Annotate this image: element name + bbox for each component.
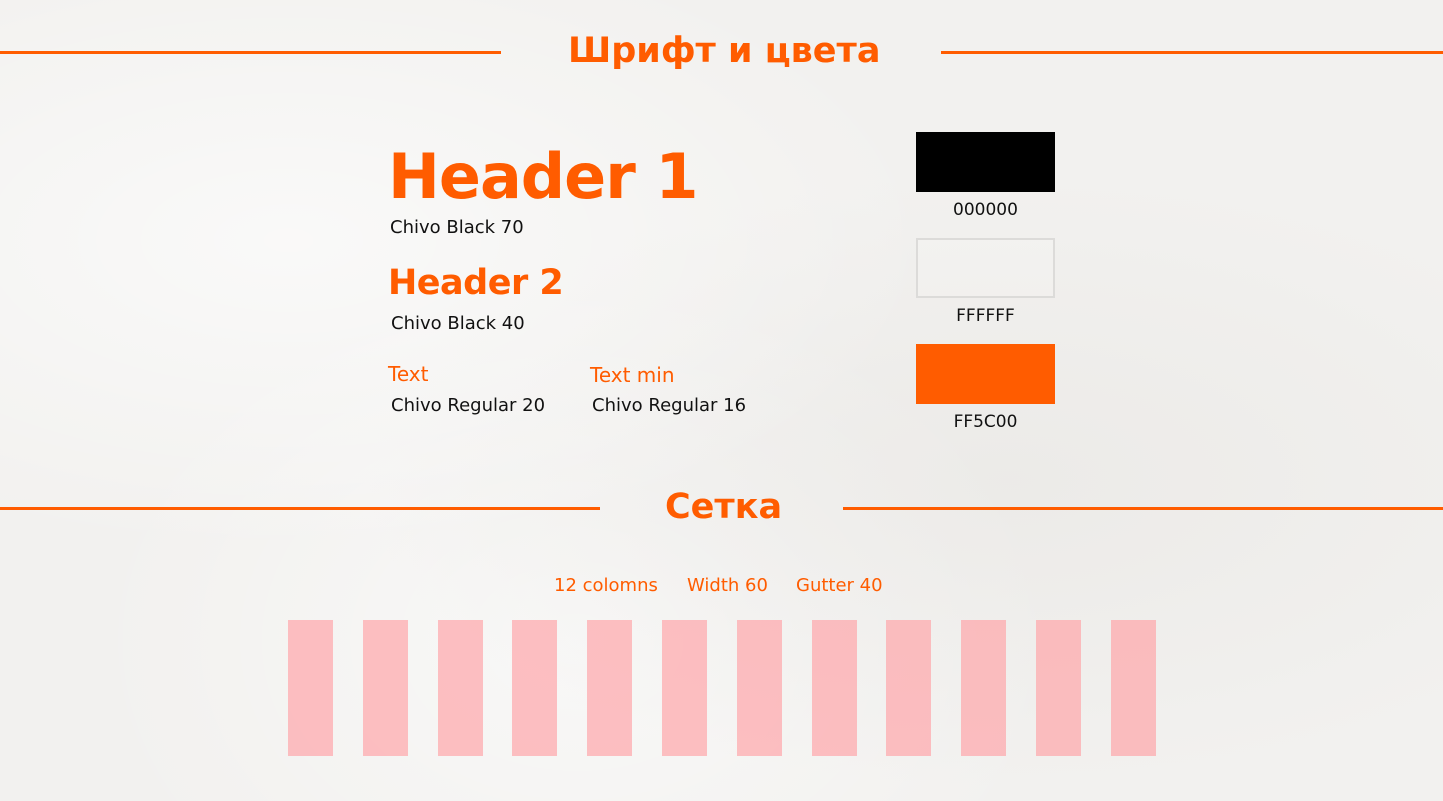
header2-caption: Chivo Black 40	[391, 313, 525, 334]
grid-width-label: Width 60	[687, 575, 768, 596]
color-swatch-orange	[916, 344, 1055, 404]
text-min-sample: Text min	[590, 363, 675, 387]
section-title-grid: Сетка	[665, 487, 783, 527]
section-title-fonts-colors: Шрифт и цвета	[568, 31, 881, 71]
grid-column	[1111, 620, 1156, 756]
section-divider-left	[0, 51, 501, 54]
grid-column	[737, 620, 782, 756]
header1-sample: Header 1	[388, 140, 699, 213]
header1-caption: Chivo Black 70	[390, 217, 524, 238]
grid-column	[587, 620, 632, 756]
section-divider-right	[843, 507, 1443, 510]
color-label-black: 000000	[953, 200, 1018, 220]
grid-column	[961, 620, 1006, 756]
grid-column	[288, 620, 333, 756]
section-divider-right	[941, 51, 1443, 54]
text-sample: Text	[388, 362, 429, 386]
section-divider-left	[0, 507, 600, 510]
grid-column	[512, 620, 557, 756]
grid-column	[662, 620, 707, 756]
color-swatch-black	[916, 132, 1055, 192]
color-label-orange: FF5C00	[953, 412, 1018, 432]
header2-sample: Header 2	[388, 263, 564, 303]
text-min-caption: Chivo Regular 16	[592, 395, 747, 416]
grid-column	[812, 620, 857, 756]
color-swatch-white	[916, 238, 1055, 298]
color-label-white: FFFFFF	[956, 306, 1015, 326]
grid-columns-label: 12 colomns	[554, 575, 658, 596]
grid-column	[438, 620, 483, 756]
grid-column	[363, 620, 408, 756]
grid-gutter-label: Gutter 40	[796, 575, 883, 596]
grid-column	[1036, 620, 1081, 756]
text-caption: Chivo Regular 20	[391, 395, 546, 416]
grid-column	[886, 620, 931, 756]
